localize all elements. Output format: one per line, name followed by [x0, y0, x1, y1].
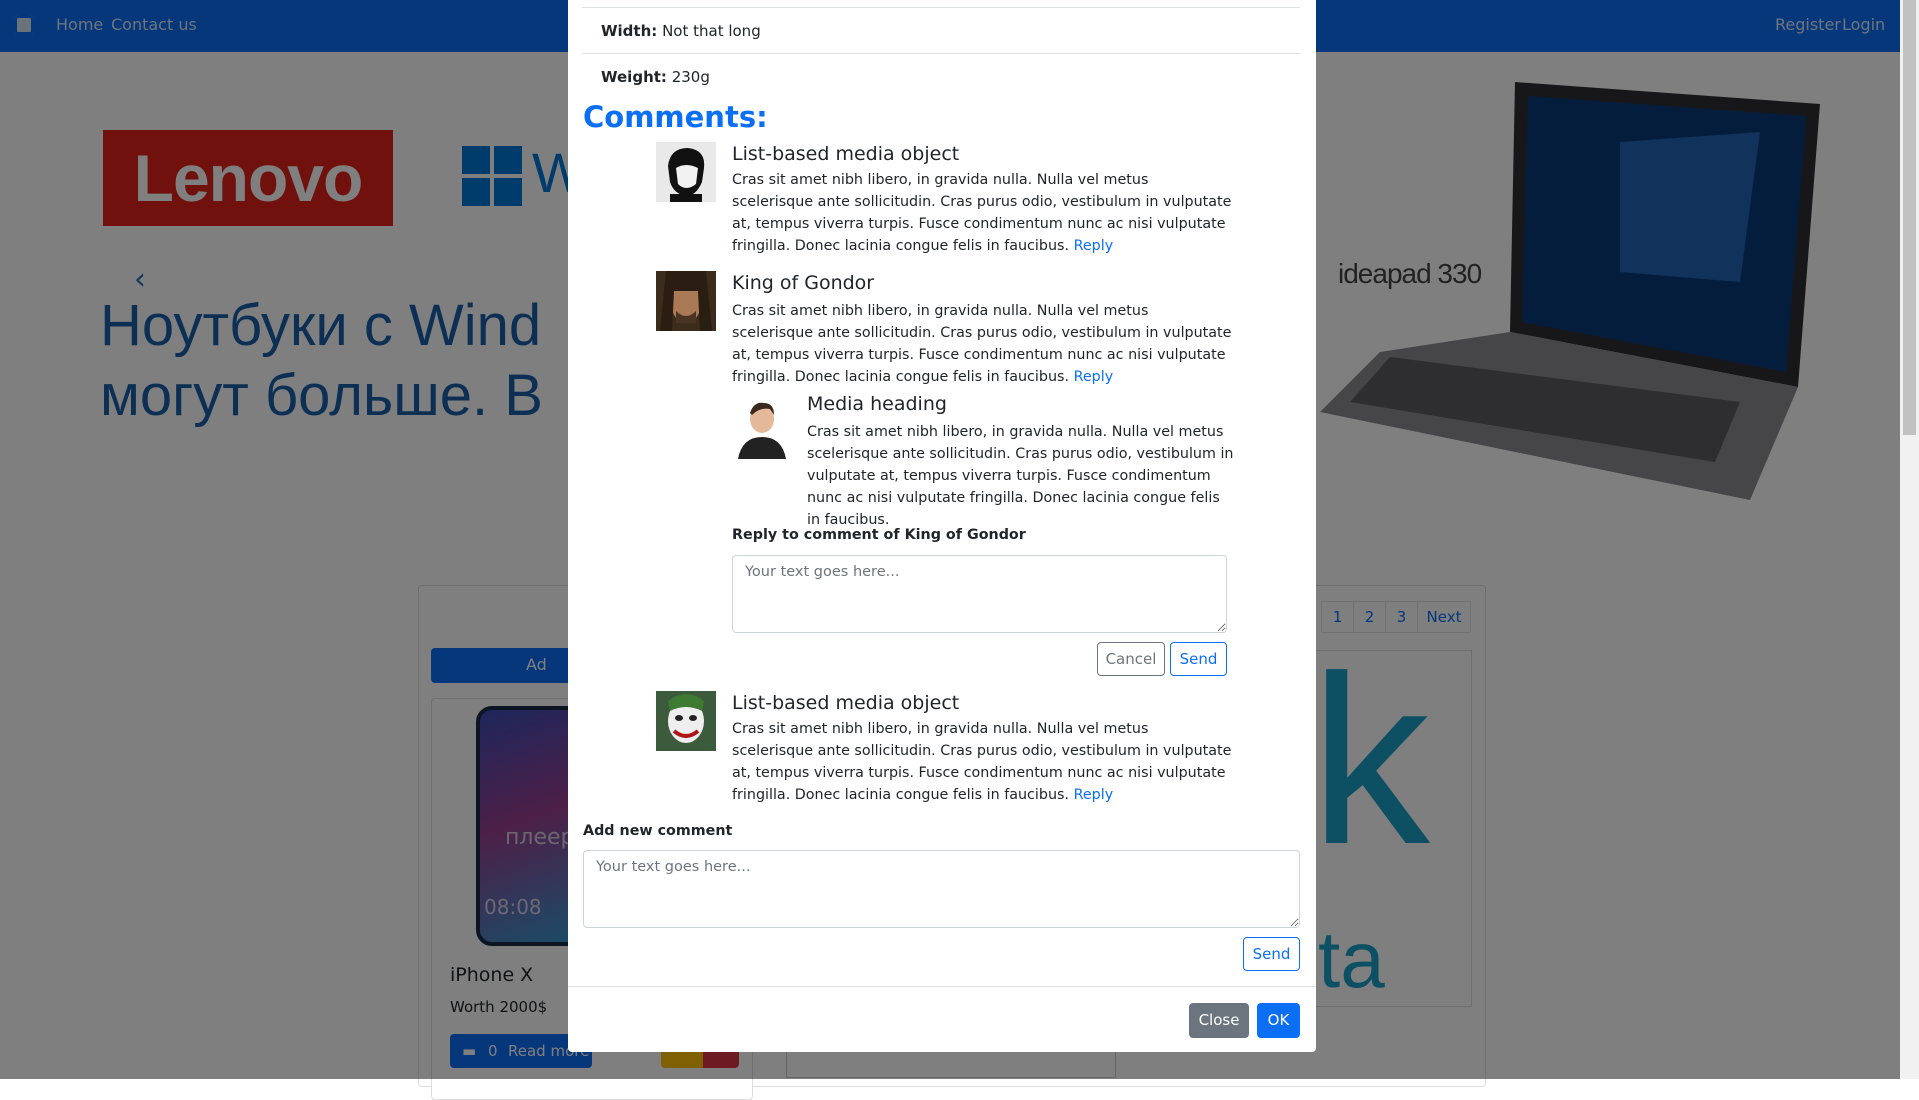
avatar: [730, 395, 794, 459]
new-comment-label: Add new comment: [583, 823, 733, 839]
send-reply-button[interactable]: Send: [1170, 642, 1227, 676]
comment-title: List-based media object: [732, 692, 960, 714]
comment-title: King of Gondor: [732, 272, 875, 294]
new-comment-textarea[interactable]: [583, 850, 1300, 928]
product-modal: Width: Not that long Weight: 230g Commen…: [568, 0, 1316, 1052]
spec-value: Not that long: [662, 22, 761, 40]
spec-row-weight: Weight: 230g: [582, 53, 1300, 86]
ok-button[interactable]: OK: [1257, 1003, 1300, 1038]
avatar: [656, 271, 716, 331]
cancel-reply-button[interactable]: Cancel: [1097, 642, 1165, 676]
spec-label: Weight:: [601, 68, 667, 86]
reply-link[interactable]: Reply: [1074, 238, 1114, 254]
comments-heading: Comments:: [583, 100, 768, 134]
reply-textarea[interactable]: [732, 555, 1227, 633]
scrollbar-thumb[interactable]: [1903, 0, 1916, 435]
avatar: [656, 142, 716, 202]
comment-title: List-based media object: [732, 143, 960, 165]
modal-footer-divider: [568, 986, 1316, 987]
spec-value: 230g: [671, 68, 710, 86]
reply-link[interactable]: Reply: [1074, 787, 1114, 803]
comment-body: Cras sit amet nibh libero, in gravida nu…: [732, 300, 1232, 388]
reply-body: Cras sit amet nibh libero, in gravida nu…: [807, 424, 1234, 528]
spec-label: Width:: [601, 22, 658, 40]
comment-text: Cras sit amet nibh libero, in gravida nu…: [732, 721, 1232, 803]
send-comment-button[interactable]: Send: [1243, 937, 1300, 971]
reply-link[interactable]: Reply: [1074, 369, 1114, 385]
spec-row-width: Width: Not that long: [582, 7, 1300, 40]
comment-body: Cras sit amet nibh libero, in gravida nu…: [732, 718, 1232, 806]
reply-form-label: Reply to comment of King of Gondor: [732, 527, 1026, 543]
avatar: [656, 691, 716, 751]
comment-text: Cras sit amet nibh libero, in gravida nu…: [732, 303, 1232, 385]
comment-text: Cras sit amet nibh libero, in gravida nu…: [732, 172, 1232, 254]
close-button[interactable]: Close: [1189, 1003, 1249, 1038]
reply-title: Media heading: [807, 393, 947, 415]
comment-body: Cras sit amet nibh libero, in gravida nu…: [732, 169, 1232, 257]
